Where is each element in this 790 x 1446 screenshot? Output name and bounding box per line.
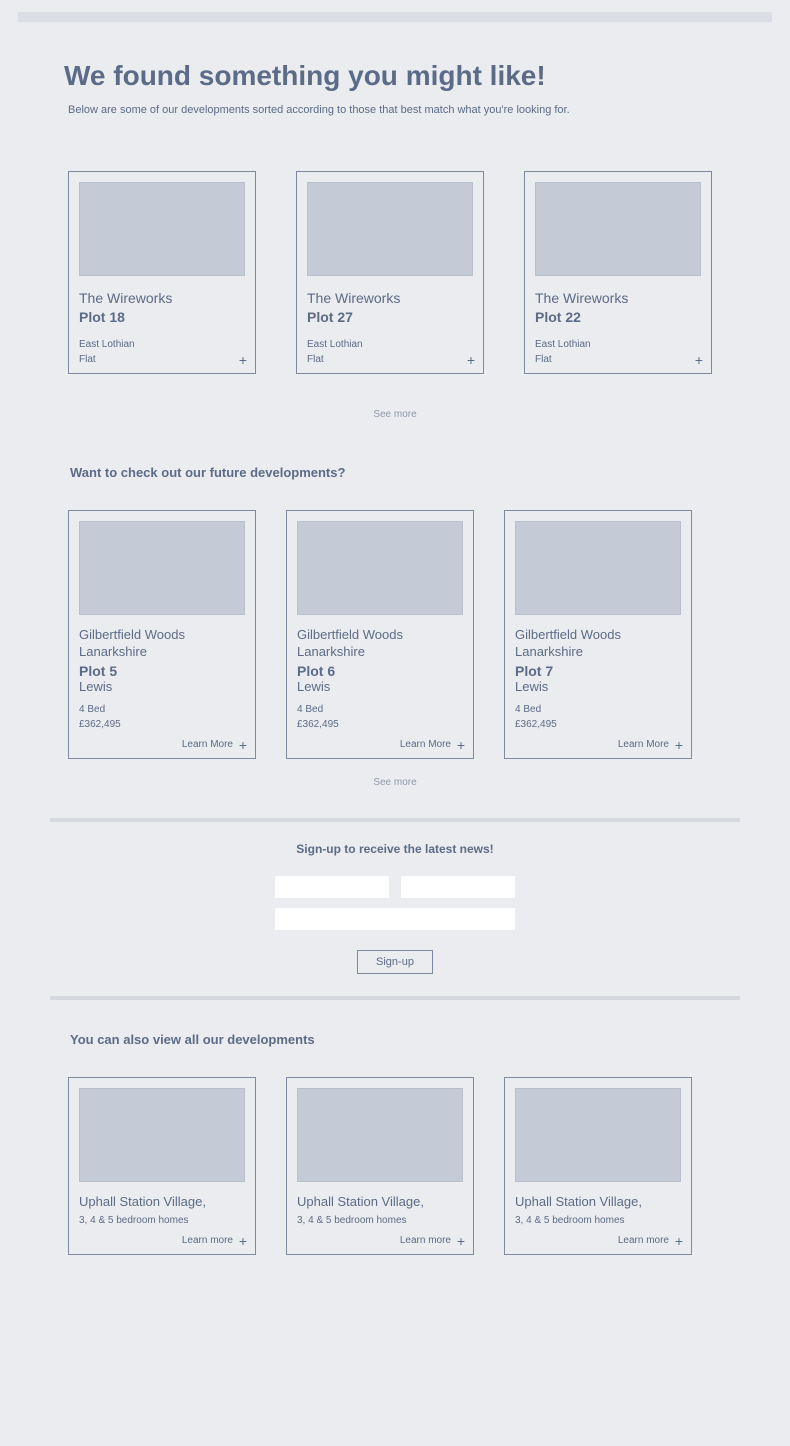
match-card[interactable]: The Wireworks Plot 27 East Lothian Flat … [296, 171, 484, 374]
see-more-link[interactable]: See more [50, 409, 740, 420]
bed-count: 4 Bed [515, 702, 681, 717]
type: Flat [307, 352, 473, 367]
location: Lanarkshire [79, 644, 245, 659]
bed-count: 4 Bed [79, 702, 245, 717]
signup-button[interactable]: Sign-up [357, 950, 433, 974]
development-name: The Wireworks [79, 290, 245, 306]
image-placeholder [297, 521, 463, 615]
plus-icon[interactable]: + [457, 1234, 465, 1248]
all-dev-card[interactable]: Uphall Station Village, 3, 4 & 5 bedroom… [68, 1077, 256, 1255]
last-name-input[interactable] [401, 876, 515, 898]
top-bar [18, 12, 772, 22]
image-placeholder [515, 521, 681, 615]
match-meta: East Lothian Flat [79, 337, 245, 367]
location: Lanarkshire [297, 644, 463, 659]
development-name: The Wireworks [307, 290, 473, 306]
signup-inputs-row [50, 908, 740, 930]
plus-icon[interactable]: + [239, 738, 247, 752]
plot-label: Plot 5 [79, 663, 245, 679]
type: Flat [79, 352, 245, 367]
all-dev-card[interactable]: Uphall Station Village, 3, 4 & 5 bedroom… [504, 1077, 692, 1255]
signup-inputs-row [50, 876, 740, 898]
plus-icon[interactable]: + [675, 738, 683, 752]
future-card[interactable]: Gilbertfield Woods Lanarkshire Plot 6 Le… [286, 510, 474, 759]
future-row: Gilbertfield Woods Lanarkshire Plot 5 Le… [50, 510, 740, 759]
plot-label: Plot 22 [535, 309, 701, 325]
match-card[interactable]: The Wireworks Plot 22 East Lothian Flat … [524, 171, 712, 374]
first-name-input[interactable] [275, 876, 389, 898]
learn-more-link[interactable]: Learn more [182, 1235, 233, 1246]
match-meta: East Lothian Flat [307, 337, 473, 367]
divider [50, 818, 740, 822]
future-card[interactable]: Gilbertfield Woods Lanarkshire Plot 7 Le… [504, 510, 692, 759]
all-developments-heading: You can also view all our developments [70, 1032, 740, 1047]
image-placeholder [79, 1088, 245, 1182]
signup-heading: Sign-up to receive the latest news! [50, 842, 740, 856]
plus-icon[interactable]: + [457, 738, 465, 752]
plot-label: Plot 7 [515, 663, 681, 679]
bed-count: 4 Bed [297, 702, 463, 717]
region: East Lothian [307, 337, 473, 352]
future-heading: Want to check out our future development… [70, 465, 740, 480]
all-developments-row: Uphall Station Village, 3, 4 & 5 bedroom… [50, 1077, 740, 1255]
image-placeholder [79, 521, 245, 615]
description: 3, 4 & 5 bedroom homes [79, 1215, 245, 1226]
page-title: We found something you might like! [64, 60, 740, 92]
divider [50, 996, 740, 1000]
description: 3, 4 & 5 bedroom homes [515, 1215, 681, 1226]
learn-more-link[interactable]: Learn More [400, 739, 451, 750]
signup-section: Sign-up to receive the latest news! Sign… [50, 842, 740, 974]
region: East Lothian [79, 337, 245, 352]
price: £362,495 [79, 717, 245, 732]
description: 3, 4 & 5 bedroom homes [297, 1215, 463, 1226]
plus-icon[interactable]: + [675, 1234, 683, 1248]
learn-more-link[interactable]: Learn more [618, 1235, 669, 1246]
image-placeholder [297, 1088, 463, 1182]
learn-more-link[interactable]: Learn More [618, 739, 669, 750]
future-details: 4 Bed £362,495 [297, 702, 463, 732]
future-card[interactable]: Gilbertfield Woods Lanarkshire Plot 5 Le… [68, 510, 256, 759]
email-input[interactable] [275, 908, 515, 930]
development-name: Gilbertfield Woods [515, 627, 681, 642]
image-placeholder [79, 182, 245, 276]
matches-row: The Wireworks Plot 18 East Lothian Flat … [50, 171, 740, 374]
plot-label: Plot 6 [297, 663, 463, 679]
house-type: Lewis [79, 679, 245, 694]
plot-label: Plot 27 [307, 309, 473, 325]
image-placeholder [515, 1088, 681, 1182]
learn-more-link[interactable]: Learn more [400, 1235, 451, 1246]
type: Flat [535, 352, 701, 367]
plus-icon[interactable]: + [695, 353, 703, 367]
future-details: 4 Bed £362,495 [79, 702, 245, 732]
match-meta: East Lothian Flat [535, 337, 701, 367]
development-name: The Wireworks [535, 290, 701, 306]
location: Lanarkshire [515, 644, 681, 659]
page-subtitle: Below are some of our developments sorte… [68, 104, 740, 116]
plus-icon[interactable]: + [239, 353, 247, 367]
plot-label: Plot 18 [79, 309, 245, 325]
price: £362,495 [515, 717, 681, 732]
see-more-link[interactable]: See more [50, 777, 740, 788]
development-name: Uphall Station Village, [79, 1194, 245, 1209]
house-type: Lewis [515, 679, 681, 694]
development-name: Gilbertfield Woods [297, 627, 463, 642]
development-name: Gilbertfield Woods [79, 627, 245, 642]
image-placeholder [307, 182, 473, 276]
image-placeholder [535, 182, 701, 276]
learn-more-link[interactable]: Learn More [182, 739, 233, 750]
region: East Lothian [535, 337, 701, 352]
house-type: Lewis [297, 679, 463, 694]
development-name: Uphall Station Village, [297, 1194, 463, 1209]
development-name: Uphall Station Village, [515, 1194, 681, 1209]
plus-icon[interactable]: + [239, 1234, 247, 1248]
all-dev-card[interactable]: Uphall Station Village, 3, 4 & 5 bedroom… [286, 1077, 474, 1255]
future-details: 4 Bed £362,495 [515, 702, 681, 732]
match-card[interactable]: The Wireworks Plot 18 East Lothian Flat … [68, 171, 256, 374]
plus-icon[interactable]: + [467, 353, 475, 367]
price: £362,495 [297, 717, 463, 732]
